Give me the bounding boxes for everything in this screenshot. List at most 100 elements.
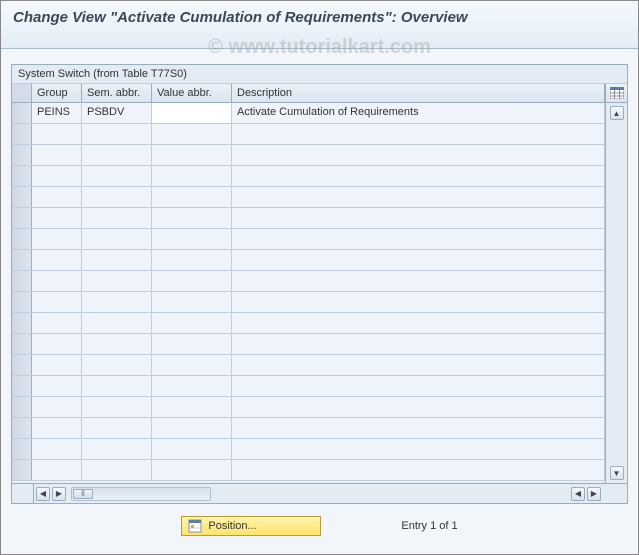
cell-group <box>32 460 82 480</box>
table-config-button[interactable] <box>605 84 627 102</box>
table-body: PEINSPSBDV Activate Cumulation of Require… <box>12 103 627 483</box>
cell-group <box>32 376 82 396</box>
row-selector[interactable] <box>12 166 32 186</box>
cell-group <box>32 292 82 312</box>
cell-desc <box>232 187 605 207</box>
cell-sem <box>82 124 152 144</box>
cell-group[interactable]: PEINS <box>32 103 82 123</box>
cell-group <box>32 418 82 438</box>
table-row <box>12 166 605 187</box>
scroll-right-icon[interactable]: ▶ <box>52 487 66 501</box>
entry-counter: Entry 1 of 1 <box>401 520 457 532</box>
table-config-icon <box>610 87 624 99</box>
cell-value <box>152 187 232 207</box>
table-row <box>12 271 605 292</box>
scroll-right-end-icon[interactable]: ▶ <box>587 487 601 501</box>
row-selector[interactable] <box>12 187 32 207</box>
cell-group <box>32 250 82 270</box>
col-header-sem[interactable]: Sem. abbr. <box>82 84 152 102</box>
cell-sem <box>82 439 152 459</box>
row-selector[interactable] <box>12 250 32 270</box>
cell-group <box>32 313 82 333</box>
cell-value <box>152 166 232 186</box>
cell-sem <box>82 250 152 270</box>
table-row <box>12 397 605 418</box>
cell-value <box>152 271 232 291</box>
table-row <box>12 376 605 397</box>
cell-value <box>152 418 232 438</box>
table-row <box>12 292 605 313</box>
cell-desc <box>232 145 605 165</box>
cell-group <box>32 439 82 459</box>
cell-group <box>32 271 82 291</box>
cell-desc <box>232 418 605 438</box>
row-selector[interactable] <box>12 208 32 228</box>
row-selector[interactable] <box>12 292 32 312</box>
table-panel: System Switch (from Table T77S0) Group S… <box>11 64 628 504</box>
position-button-label: Position... <box>208 520 256 532</box>
cell-sem <box>82 145 152 165</box>
cell-group <box>32 334 82 354</box>
cell-desc <box>232 397 605 417</box>
select-all-handle[interactable] <box>12 84 32 102</box>
cell-sem <box>82 229 152 249</box>
scroll-track[interactable] <box>71 487 211 501</box>
cell-desc <box>232 439 605 459</box>
scroll-up-icon[interactable]: ▲ <box>610 106 624 120</box>
table-row <box>12 355 605 376</box>
cell-sem <box>82 187 152 207</box>
row-selector[interactable] <box>12 397 32 417</box>
col-header-group[interactable]: Group <box>32 84 82 102</box>
cell-desc <box>232 460 605 480</box>
row-selector[interactable] <box>12 313 32 333</box>
cell-value <box>152 376 232 396</box>
cell-value <box>152 208 232 228</box>
row-selector[interactable] <box>12 376 32 396</box>
cell-value <box>152 355 232 375</box>
horizontal-scrollbar: ◀ ▶ ◀ ▶ <box>12 483 627 503</box>
page-title: Change View "Activate Cumulation of Requ… <box>13 9 626 26</box>
row-selector[interactable] <box>12 124 32 144</box>
footer: Position... Entry 1 of 1 <box>11 504 628 536</box>
table-row <box>12 313 605 334</box>
scroll-down-icon[interactable]: ▼ <box>610 466 624 480</box>
cell-desc[interactable]: Activate Cumulation of Requirements <box>232 103 605 123</box>
col-header-value[interactable]: Value abbr. <box>152 84 232 102</box>
table-row <box>12 145 605 166</box>
cell-value <box>152 460 232 480</box>
cell-group <box>32 124 82 144</box>
table-row <box>12 439 605 460</box>
cell-value <box>152 313 232 333</box>
row-selector[interactable] <box>12 418 32 438</box>
table-row <box>12 250 605 271</box>
cell-value <box>152 229 232 249</box>
row-selector[interactable] <box>12 271 32 291</box>
cell-desc <box>232 250 605 270</box>
content-area: System Switch (from Table T77S0) Group S… <box>1 49 638 554</box>
col-header-desc[interactable]: Description <box>232 84 605 102</box>
vertical-scrollbar[interactable]: ▲ ▼ <box>605 103 627 483</box>
table-row <box>12 334 605 355</box>
table-row <box>12 208 605 229</box>
row-selector[interactable] <box>12 229 32 249</box>
row-selector[interactable] <box>12 103 32 123</box>
cell-group <box>32 208 82 228</box>
cell-sem[interactable]: PSBDV <box>82 103 152 123</box>
scroll-left-icon[interactable]: ◀ <box>36 487 50 501</box>
row-selector[interactable] <box>12 460 32 480</box>
row-selector[interactable] <box>12 439 32 459</box>
title-bar: Change View "Activate Cumulation of Requ… <box>1 1 638 49</box>
table-header: Group Sem. abbr. Value abbr. Description <box>12 84 627 103</box>
cell-desc <box>232 313 605 333</box>
cell-value <box>152 250 232 270</box>
scroll-thumb[interactable] <box>73 489 93 499</box>
cell-desc <box>232 376 605 396</box>
row-selector[interactable] <box>12 145 32 165</box>
cell-value[interactable] <box>152 103 232 123</box>
position-button[interactable]: Position... <box>181 516 321 536</box>
row-selector[interactable] <box>12 355 32 375</box>
scroll-left-end-icon[interactable]: ◀ <box>571 487 585 501</box>
row-selector[interactable] <box>12 334 32 354</box>
cell-group <box>32 187 82 207</box>
cell-sem <box>82 292 152 312</box>
